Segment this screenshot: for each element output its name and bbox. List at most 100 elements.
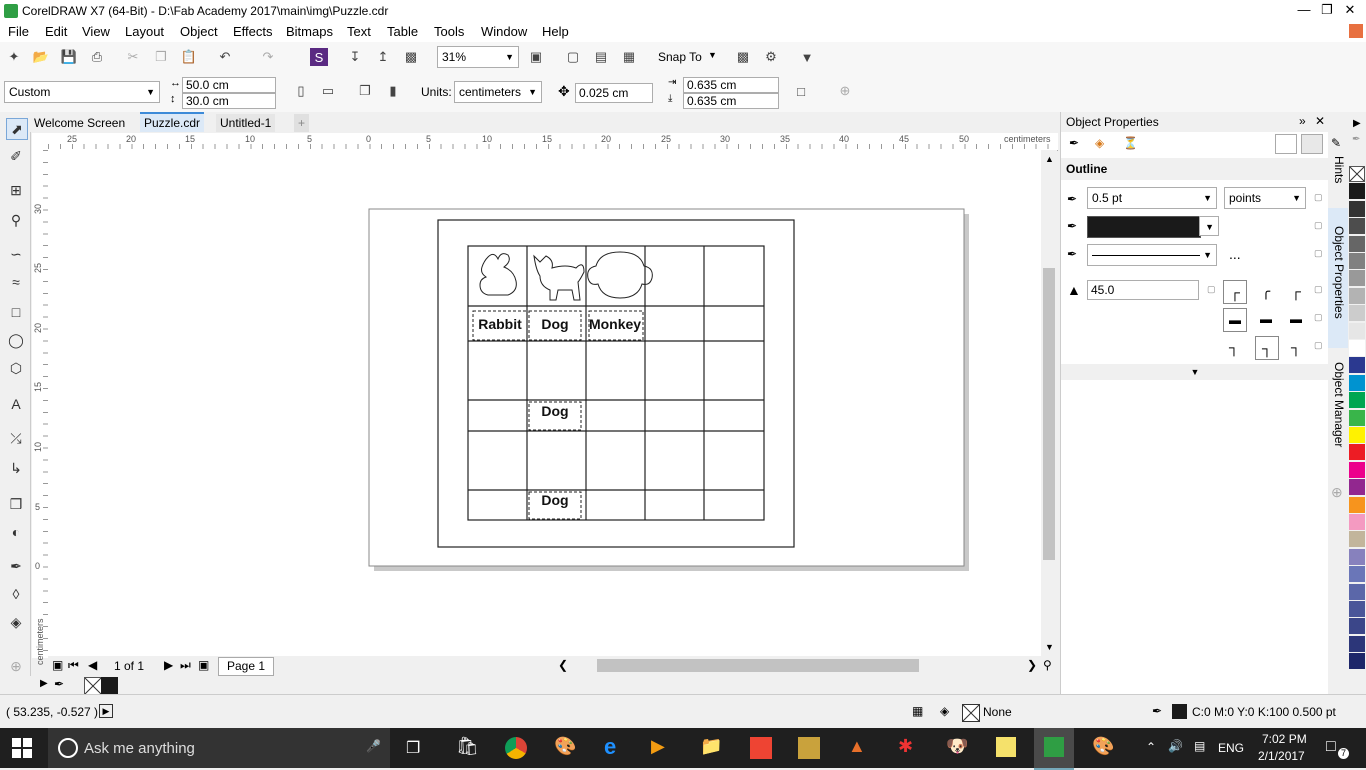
expand-section-icon[interactable]: ▼ xyxy=(1061,364,1329,380)
treat-as-filled-icon[interactable]: □ xyxy=(792,82,810,100)
drawing-canvas[interactable]: Rabbit Dog Monkey Dog Dog xyxy=(48,150,1041,658)
palette-swatch[interactable] xyxy=(1349,218,1365,235)
show-rulers-icon[interactable]: ▤ xyxy=(592,48,610,66)
palette-swatch[interactable] xyxy=(1349,514,1365,530)
current-page-icon[interactable]: ▮ xyxy=(384,82,402,100)
all-pages-icon[interactable]: ❐ xyxy=(356,82,374,100)
outline-units-dropdown[interactable]: points ▼ xyxy=(1224,187,1306,209)
freehand-tool-icon[interactable]: ∽ xyxy=(6,244,26,264)
undo-icon[interactable]: ↶ xyxy=(216,48,234,66)
export-icon[interactable]: ↥ xyxy=(374,48,392,66)
action-center-icon[interactable]: □ xyxy=(1326,738,1336,756)
menu-table[interactable]: Table xyxy=(387,24,418,39)
palette-swatch[interactable] xyxy=(1349,235,1365,252)
coreldraw-taskbar-icon[interactable] xyxy=(750,737,772,759)
page-preset-dropdown[interactable]: Custom ▼ xyxy=(4,81,160,103)
ruler-origin[interactable] xyxy=(32,133,48,151)
palette-swatch[interactable] xyxy=(1349,253,1365,269)
black-swatch[interactable] xyxy=(101,677,118,694)
snap-to-arrow-icon[interactable]: ▼ xyxy=(708,50,717,60)
transparency-tool-icon[interactable]: ◐ xyxy=(6,522,26,542)
outside-outline-icon[interactable]: ┐ xyxy=(1223,336,1245,358)
object-properties-tab[interactable]: Object Properties xyxy=(1330,226,1346,319)
hints-tab[interactable]: Hints xyxy=(1330,156,1346,183)
outline-color-dropdown[interactable]: ▼ xyxy=(1199,216,1219,236)
palette-scroll-up-icon[interactable]: ▶ xyxy=(1353,118,1361,129)
new-tab-icon[interactable]: + xyxy=(294,114,310,132)
portrait-icon[interactable]: ▯ xyxy=(292,82,310,100)
polygon-tool-icon[interactable]: ⬡ xyxy=(6,358,26,378)
palette-swatch[interactable] xyxy=(1349,427,1365,443)
tray-overflow-icon[interactable]: ⌃ xyxy=(1146,740,1156,754)
fill-tab-icon[interactable]: ◈ xyxy=(1095,136,1104,150)
position-lock-icon[interactable]: ▢ xyxy=(1314,340,1323,351)
extended-cap-icon[interactable]: ▬ xyxy=(1285,308,1307,330)
sticky-notes-icon[interactable] xyxy=(996,737,1016,757)
rectangle-tool-icon[interactable]: □ xyxy=(6,302,26,322)
miter-lock-icon[interactable]: ▢ xyxy=(1207,284,1216,295)
search-content-icon[interactable]: S xyxy=(310,48,328,66)
miter-corner-icon[interactable]: ┌ xyxy=(1223,280,1247,304)
paint-icon[interactable]: 🎨 xyxy=(554,736,576,757)
menu-bitmaps[interactable]: Bitmaps xyxy=(286,24,333,39)
vertical-scroll-thumb[interactable] xyxy=(1043,268,1055,560)
close-button[interactable]: ✕ xyxy=(1336,0,1364,22)
palette-pick-icon[interactable]: ✒ xyxy=(1352,134,1360,145)
zoom-dropdown[interactable]: 31% ▼ xyxy=(437,46,519,68)
no-color-swatch[interactable] xyxy=(84,677,102,695)
next-page-icon[interactable]: ▶ xyxy=(164,658,173,672)
pick-tool-icon[interactable]: ⬈ xyxy=(6,118,28,140)
palette-swatch[interactable] xyxy=(1349,566,1365,583)
print-icon[interactable]: ⎙ xyxy=(88,48,106,66)
matlab-icon[interactable]: ▲ xyxy=(848,736,866,757)
smart-fill-icon[interactable]: ◈ xyxy=(6,612,26,632)
miter-limit-input[interactable]: 45.0 xyxy=(1087,280,1199,300)
status-menu-icon[interactable]: ▶ xyxy=(99,704,113,718)
object-manager-tab[interactable]: Object Manager xyxy=(1330,362,1346,447)
chrome-icon[interactable] xyxy=(505,737,527,759)
palette-swatch[interactable] xyxy=(1349,635,1365,652)
media-player-icon[interactable]: ▶ xyxy=(651,736,665,757)
sublime-icon[interactable] xyxy=(798,737,820,759)
docker-close-icon[interactable]: ✕ xyxy=(1315,114,1325,128)
units-dropdown[interactable]: centimeters ▼ xyxy=(454,81,542,103)
save-icon[interactable]: 💾 xyxy=(60,48,78,66)
import-icon[interactable]: ↧ xyxy=(346,48,364,66)
nudge-distance-input[interactable]: 0.025 cm xyxy=(575,83,653,103)
corel-painter-icon[interactable]: 🎨 xyxy=(1092,736,1114,757)
first-page-icon[interactable]: ⏮ xyxy=(68,658,79,673)
application-launcher-icon[interactable]: ▼ xyxy=(798,48,816,66)
docker-expand-icon[interactable]: » xyxy=(1299,114,1306,128)
palette-swatch[interactable] xyxy=(1349,392,1365,409)
ellipse-tool-icon[interactable]: ◯ xyxy=(6,330,26,350)
cortana-search-box[interactable]: Ask me anything 🎤 xyxy=(48,728,390,768)
line-style-lock-icon[interactable]: ▢ xyxy=(1314,248,1323,259)
preview-icon[interactable] xyxy=(1301,134,1323,154)
app-icon[interactable]: ✱ xyxy=(898,736,913,757)
hscroll-left-icon[interactable]: ❮ xyxy=(558,658,568,672)
text-tool-icon[interactable]: A xyxy=(6,394,26,414)
edge-icon[interactable]: e xyxy=(604,734,616,760)
palette-swatch[interactable] xyxy=(1349,653,1365,670)
redo-icon[interactable]: ↷ xyxy=(259,48,277,66)
duplicate-distance-x-input[interactable]: 0.635 cm xyxy=(683,77,779,93)
palette-swatch[interactable] xyxy=(1349,287,1365,304)
palette-swatch[interactable] xyxy=(1349,340,1365,356)
scroll-down-icon[interactable]: ▼ xyxy=(1045,642,1054,652)
inside-outline-icon[interactable]: ┐ xyxy=(1285,336,1307,358)
horizontal-scroll-thumb[interactable] xyxy=(597,659,919,672)
task-view-icon[interactable]: ❐ xyxy=(406,738,420,758)
store-icon[interactable]: 🛍 xyxy=(456,736,479,757)
line-style-more-button[interactable]: ... xyxy=(1229,246,1241,262)
palette-swatch[interactable] xyxy=(1349,583,1365,600)
prev-page-icon[interactable]: ◀ xyxy=(88,658,97,672)
palette-swatch[interactable] xyxy=(1349,270,1365,287)
no-color-palette-swatch[interactable] xyxy=(1349,166,1365,182)
bevel-corner-icon[interactable]: ┌ xyxy=(1285,280,1307,302)
palette-swatch[interactable] xyxy=(1349,548,1365,565)
file-explorer-icon[interactable]: 📁 xyxy=(700,736,722,757)
fill-bucket-icon[interactable]: ◈ xyxy=(940,704,949,718)
palette-swatch[interactable] xyxy=(1349,305,1365,322)
landscape-icon[interactable]: ▭ xyxy=(319,82,337,100)
coreldraw-active-taskbar-icon[interactable] xyxy=(1034,728,1074,770)
